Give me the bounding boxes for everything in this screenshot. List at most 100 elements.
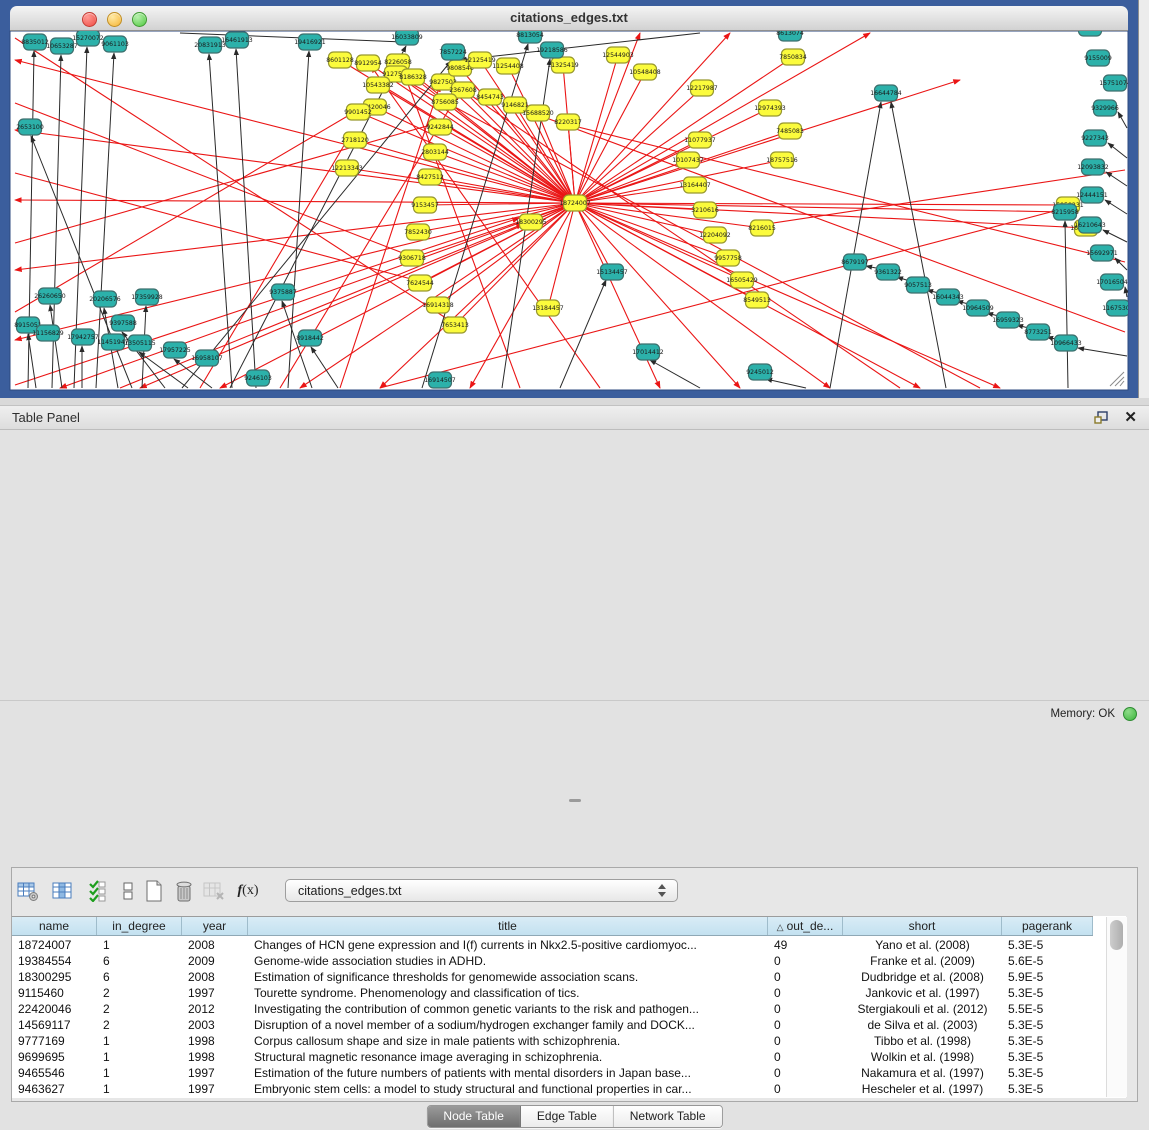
table-row[interactable]: 969969511998Structural magnetic resonanc… xyxy=(12,1049,1104,1065)
cell-name[interactable]: 18300295 xyxy=(12,969,97,985)
column-header-in_degree[interactable]: in_degree xyxy=(97,917,182,935)
split-pane-divider[interactable] xyxy=(0,398,1149,406)
cell-in_degree[interactable]: 1 xyxy=(97,1049,182,1065)
cell-short[interactable]: Franke et al. (2009) xyxy=(843,953,1002,969)
cell-out_de[interactable]: 0 xyxy=(768,969,843,985)
cell-pagerank[interactable]: 5.9E-5 xyxy=(1002,969,1093,985)
cell-short[interactable]: Yano et al. (2008) xyxy=(843,937,1002,953)
column-header-title[interactable]: title xyxy=(248,917,768,935)
cell-short[interactable]: de Silva et al. (2003) xyxy=(843,1017,1002,1033)
cell-name[interactable]: 14569117 xyxy=(12,1017,97,1033)
column-header-out_de[interactable]: △out_de... xyxy=(768,917,843,935)
new-column-icon[interactable] xyxy=(142,878,166,904)
cell-short[interactable]: Nakamura et al. (1997) xyxy=(843,1065,1002,1081)
cell-pagerank[interactable]: 5.3E-5 xyxy=(1002,1033,1093,1049)
cell-name[interactable]: 9465546 xyxy=(12,1065,97,1081)
cell-year[interactable]: 2003 xyxy=(182,1017,248,1033)
cell-in_degree[interactable]: 1 xyxy=(97,937,182,953)
cell-year[interactable]: 2008 xyxy=(182,969,248,985)
cell-out_de[interactable]: 0 xyxy=(768,1001,843,1017)
cell-name[interactable]: 9777169 xyxy=(12,1033,97,1049)
show-columns-icon[interactable] xyxy=(50,878,74,904)
close-panel-icon[interactable]: ✕ xyxy=(1124,408,1137,426)
table-row[interactable]: 2242004622012Investigating the contribut… xyxy=(12,1001,1104,1017)
cell-title[interactable]: Structural magnetic resonance image aver… xyxy=(248,1049,768,1065)
table-row[interactable]: 1938455462009Genome-wide association stu… xyxy=(12,953,1104,969)
cell-pagerank[interactable]: 5.3E-5 xyxy=(1002,937,1093,953)
float-panel-icon[interactable] xyxy=(1093,410,1111,426)
show-rows-icon[interactable] xyxy=(116,878,140,904)
cell-out_de[interactable]: 0 xyxy=(768,953,843,969)
cell-out_de[interactable]: 0 xyxy=(768,1033,843,1049)
cell-name[interactable]: 22420046 xyxy=(12,1001,97,1017)
cell-pagerank[interactable]: 5.6E-5 xyxy=(1002,953,1093,969)
table-row[interactable]: 946362711997Embryonic stem cells: a mode… xyxy=(12,1081,1104,1097)
cell-out_de[interactable]: 0 xyxy=(768,1049,843,1065)
divider-grip-icon[interactable] xyxy=(569,799,581,802)
column-header-year[interactable]: year xyxy=(182,917,248,935)
table-row[interactable]: 1456911722003Disruption of a novel membe… xyxy=(12,1017,1104,1033)
window-titlebar[interactable]: citations_edges.txt xyxy=(10,6,1128,31)
cell-year[interactable]: 1998 xyxy=(182,1033,248,1049)
table-row[interactable]: 1872400712008Changes of HCN gene express… xyxy=(12,937,1104,953)
cell-name[interactable]: 9115460 xyxy=(12,985,97,1001)
cell-name[interactable]: 9463627 xyxy=(12,1081,97,1097)
cell-title[interactable]: Estimation of significance thresholds fo… xyxy=(248,969,768,985)
cell-pagerank[interactable]: 5.3E-5 xyxy=(1002,1049,1093,1065)
cell-title[interactable]: Disruption of a novel member of a sodium… xyxy=(248,1017,768,1033)
cell-in_degree[interactable]: 2 xyxy=(97,1017,182,1033)
cell-in_degree[interactable]: 1 xyxy=(97,1065,182,1081)
cell-title[interactable]: Estimation of the future numbers of pati… xyxy=(248,1065,768,1081)
cell-name[interactable]: 18724007 xyxy=(12,937,97,953)
cell-title[interactable]: Tourette syndrome. Phenomenology and cla… xyxy=(248,985,768,1001)
cell-in_degree[interactable]: 6 xyxy=(97,969,182,985)
cell-title[interactable]: Embryonic stem cells: a model to study s… xyxy=(248,1081,768,1097)
cell-year[interactable]: 1998 xyxy=(182,1049,248,1065)
table-row[interactable]: 977716911998Corpus callosum shape and si… xyxy=(12,1033,1104,1049)
column-header-name[interactable]: name xyxy=(12,917,97,935)
table-row[interactable]: 946554611997Estimation of the future num… xyxy=(12,1065,1104,1081)
cell-year[interactable]: 2012 xyxy=(182,1001,248,1017)
cell-short[interactable]: Wolkin et al. (1998) xyxy=(843,1049,1002,1065)
delete-column-icon[interactable] xyxy=(172,878,196,904)
cell-name[interactable]: 19384554 xyxy=(12,953,97,969)
cell-short[interactable]: Hescheler et al. (1997) xyxy=(843,1081,1002,1097)
table-row[interactable]: 1830029562008Estimation of significance … xyxy=(12,969,1104,985)
cell-pagerank[interactable]: 5.3E-5 xyxy=(1002,1017,1093,1033)
scrollbar-thumb[interactable] xyxy=(1110,920,1123,950)
cell-out_de[interactable]: 0 xyxy=(768,1081,843,1097)
tab-network-table[interactable]: Network Table xyxy=(614,1106,722,1127)
cell-pagerank[interactable]: 5.3E-5 xyxy=(1002,1081,1093,1097)
cell-in_degree[interactable]: 1 xyxy=(97,1081,182,1097)
column-header-pagerank[interactable]: pagerank xyxy=(1002,917,1093,935)
table-row[interactable]: 911546021997Tourette syndrome. Phenomeno… xyxy=(12,985,1104,1001)
cell-out_de[interactable]: 0 xyxy=(768,1017,843,1033)
select-all-columns-icon[interactable] xyxy=(86,878,110,904)
cell-name[interactable]: 9699695 xyxy=(12,1049,97,1065)
cell-short[interactable]: Stergiakouli et al. (2012) xyxy=(843,1001,1002,1017)
cell-title[interactable]: Corpus callosum shape and size in male p… xyxy=(248,1033,768,1049)
table-settings-icon[interactable] xyxy=(16,878,40,904)
cell-title[interactable]: Investigating the contribution of common… xyxy=(248,1001,768,1017)
cell-year[interactable]: 1997 xyxy=(182,1081,248,1097)
cell-title[interactable]: Genome-wide association studies in ADHD. xyxy=(248,953,768,969)
cell-out_de[interactable]: 49 xyxy=(768,937,843,953)
cell-short[interactable]: Jankovic et al. (1997) xyxy=(843,985,1002,1001)
cell-in_degree[interactable]: 2 xyxy=(97,1001,182,1017)
tab-node-table[interactable]: Node Table xyxy=(427,1106,521,1127)
cell-pagerank[interactable]: 5.3E-5 xyxy=(1002,1065,1093,1081)
table-select-dropdown[interactable]: citations_edges.txt xyxy=(285,879,678,902)
cell-pagerank[interactable]: 5.5E-5 xyxy=(1002,1001,1093,1017)
column-header-short[interactable]: short xyxy=(843,917,1002,935)
cell-year[interactable]: 1997 xyxy=(182,1065,248,1081)
function-builder-icon[interactable]: f(x) xyxy=(236,878,260,904)
cell-year[interactable]: 2009 xyxy=(182,953,248,969)
cell-pagerank[interactable]: 5.3E-5 xyxy=(1002,985,1093,1001)
cell-in_degree[interactable]: 6 xyxy=(97,953,182,969)
network-graph-canvas[interactable]: 1830029586011288912954822605891275038186… xyxy=(0,0,1138,398)
vertical-scrollbar[interactable] xyxy=(1106,917,1127,1097)
cell-in_degree[interactable]: 1 xyxy=(97,1033,182,1049)
cell-year[interactable]: 1997 xyxy=(182,985,248,1001)
delete-table-icon[interactable] xyxy=(202,878,226,904)
cell-title[interactable]: Changes of HCN gene expression and I(f) … xyxy=(248,937,768,953)
